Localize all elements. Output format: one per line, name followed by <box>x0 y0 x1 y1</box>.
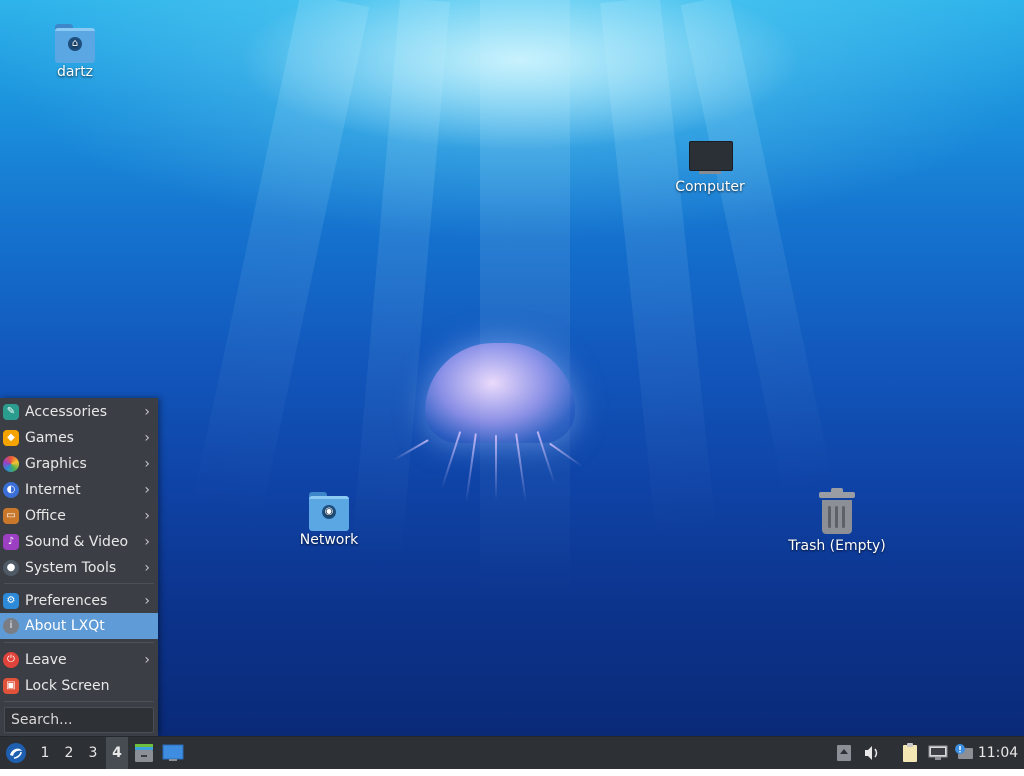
lxqt-start-icon <box>6 743 26 763</box>
power-icon: ⏻ <box>3 652 19 668</box>
menu-separator <box>4 701 154 702</box>
chevron-right-icon: › <box>144 508 150 524</box>
menu-item-office[interactable]: ▭ Office › <box>0 503 158 529</box>
light-ray <box>480 0 570 600</box>
desktop-switch-3[interactable]: 3 <box>82 737 104 769</box>
update-notifier-button[interactable] <box>952 737 976 769</box>
menu-item-accessories[interactable]: ✎ Accessories › <box>0 399 158 425</box>
system-tools-icon: ● <box>3 560 19 576</box>
office-icon: ▭ <box>3 508 19 524</box>
menu-item-graphics[interactable]: Graphics › <box>0 451 158 477</box>
menu-item-label: Office <box>25 508 66 524</box>
menu-separator <box>4 583 154 584</box>
menu-item-label: About LXQt <box>25 618 105 634</box>
menu-item-leave[interactable]: ⏻ Leave › <box>0 647 158 673</box>
accessories-icon: ✎ <box>3 404 19 420</box>
menu-item-system-tools[interactable]: ● System Tools › <box>0 555 158 581</box>
graphics-icon <box>3 456 19 472</box>
menu-item-label: System Tools <box>25 560 117 576</box>
jellyfish-illustration <box>380 335 600 505</box>
menu-item-games[interactable]: ◆ Games › <box>0 425 158 451</box>
menu-item-label: Sound & Video <box>25 534 129 550</box>
desktop-icon-label: Trash (Empty) <box>788 538 886 554</box>
show-desktop-launcher[interactable] <box>160 737 186 769</box>
file-manager-launcher[interactable] <box>132 737 156 769</box>
clock[interactable]: 11:04 <box>976 737 1020 769</box>
file-manager-icon <box>135 744 153 762</box>
chevron-right-icon: › <box>144 456 150 472</box>
sound-video-icon: ♪ <box>3 534 19 550</box>
desktop-switch-4[interactable]: 4 <box>106 737 128 769</box>
clipboard-button[interactable] <box>898 737 922 769</box>
menu-item-preferences[interactable]: ⚙ Preferences › <box>0 588 158 614</box>
chevron-right-icon: › <box>144 593 150 609</box>
desktop-icon-computer[interactable]: Computer <box>650 141 770 195</box>
menu-item-label: Lock Screen <box>25 678 110 694</box>
menu-item-label: Preferences <box>25 593 108 609</box>
menu-item-sound-video[interactable]: ♪ Sound & Video › <box>0 529 158 555</box>
show-desktop-icon <box>162 744 184 761</box>
light-ray <box>192 0 370 516</box>
desktop-switch-1[interactable]: 1 <box>34 737 56 769</box>
info-icon: i <box>3 618 19 634</box>
preferences-icon: ⚙ <box>3 593 19 609</box>
menu-item-about-lxqt[interactable]: i About LXQt <box>0 613 158 639</box>
menu-item-label: Graphics <box>25 456 87 472</box>
network-folder-icon: ◉ <box>269 492 389 531</box>
menu-item-internet[interactable]: ◐ Internet › <box>0 477 158 503</box>
menu-item-lock-screen[interactable]: ▣ Lock Screen <box>0 673 158 699</box>
desktop-icon-label: Computer <box>675 179 745 195</box>
network-status-button[interactable] <box>926 737 950 769</box>
home-folder-icon: ⌂ <box>15 24 135 63</box>
desktop-switch-2[interactable]: 2 <box>58 737 80 769</box>
menu-item-label: Leave <box>25 652 67 668</box>
network-icon <box>928 745 948 760</box>
menu-item-label: Games <box>25 430 74 446</box>
clipboard-icon <box>903 743 917 762</box>
desktop-icon-label: dartz <box>56 64 94 80</box>
chevron-right-icon: › <box>144 430 150 446</box>
desktop-icon-home[interactable]: ⌂ dartz <box>15 24 135 80</box>
trash-icon <box>777 488 897 534</box>
desktop-icon-trash[interactable]: Trash (Empty) <box>777 488 897 554</box>
application-menu: ✎ Accessories › ◆ Games › Graphics › ◐ I… <box>0 398 158 736</box>
menu-item-label: Accessories <box>25 404 108 420</box>
tray-expander[interactable] <box>834 737 854 769</box>
chevron-right-icon: › <box>144 534 150 550</box>
chevron-right-icon: › <box>144 482 150 498</box>
volume-button[interactable] <box>860 737 884 769</box>
start-menu-button[interactable] <box>3 737 29 769</box>
chevron-right-icon: › <box>144 404 150 420</box>
chevron-right-icon: › <box>144 560 150 576</box>
taskbar: 1 2 3 4 11:04 <box>0 736 1024 769</box>
internet-icon: ◐ <box>3 482 19 498</box>
arrow-up-icon <box>837 745 851 761</box>
lock-icon: ▣ <box>3 678 19 694</box>
update-notifier-icon <box>955 744 973 759</box>
desktop-icon-label: Network <box>299 532 359 548</box>
desktop-icon-network[interactable]: ◉ Network <box>269 492 389 548</box>
games-icon: ◆ <box>3 430 19 446</box>
menu-separator <box>4 642 154 643</box>
volume-icon <box>865 746 878 760</box>
chevron-right-icon: › <box>144 652 150 668</box>
menu-search-input[interactable] <box>4 707 154 733</box>
computer-icon <box>650 141 770 175</box>
menu-item-label: Internet <box>25 482 81 498</box>
